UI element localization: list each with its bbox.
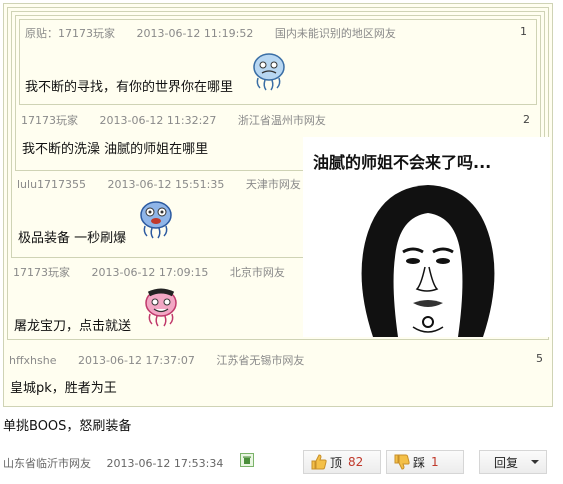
post-content: 皇城pk，胜者为王: [10, 381, 117, 396]
upvote-button[interactable]: 顶 82: [303, 450, 381, 474]
post-location: 浙江省温州市网友: [237, 114, 326, 127]
downvote-count: 1: [431, 455, 439, 469]
floor-number: 5: [536, 352, 543, 365]
downvote-button[interactable]: 踩 1: [386, 450, 464, 474]
post-location: 国内未能识别的地区网友: [274, 27, 396, 40]
post-meta: hffxhshe 2013-06-12 17:37:07 江苏省无锡市网友: [9, 352, 322, 368]
jellyfish-emoji-icon: [145, 288, 177, 327]
post-time: 2013-06-12 11:32:27: [99, 114, 217, 127]
meme-image: 油腻的师姐不会来了吗...: [303, 137, 550, 337]
post-meta: 17173玩家 2013-06-12 17:09:15 北京市网友: [13, 264, 303, 280]
post-meta: 原贴：17173玩家 2013-06-12 11:19:52 国内未能识别的地区…: [25, 25, 414, 41]
trash-icon[interactable]: [240, 453, 254, 467]
post-time: 2013-06-12 15:51:35: [107, 178, 225, 191]
chevron-down-icon: [531, 460, 540, 464]
downvote-label: 踩: [413, 455, 426, 470]
reply-button[interactable]: 回复: [479, 450, 547, 474]
upvote-count: 82: [348, 455, 364, 469]
post-location: 天津市网友: [245, 178, 301, 191]
meme-caption: 油腻的师姐不会来了吗...: [313, 153, 492, 172]
post-time: 2013-06-12 11:19:52: [136, 27, 254, 40]
thumb-down-icon: [394, 454, 410, 470]
post-time: 2013-06-12 17:37:07: [78, 354, 195, 367]
upvote-label: 顶: [330, 455, 343, 470]
jellyfish-emoji-icon: [253, 53, 285, 91]
post-meta: 17173玩家 2013-06-12 11:32:27 浙江省温州市网友: [21, 112, 344, 128]
reply-button-label: 回复: [494, 455, 519, 470]
post-location: 江苏省无锡市网友: [216, 354, 305, 367]
post-author: 17173玩家: [13, 266, 70, 279]
post-meta: lulu1717355 2013-06-12 15:51:35 天津市网友: [17, 176, 319, 192]
post-content: 极品装备 一秒刷爆: [18, 231, 127, 246]
meme-face-drawing: [361, 185, 495, 337]
reply-content: 单挑BOOS，怒刷装备: [3, 419, 132, 434]
thumb-up-icon: [311, 454, 327, 470]
reply-location: 山东省临沂市网友: [3, 457, 91, 470]
floor-number: 1: [520, 25, 527, 38]
post-content: 我不断的寻找，有你的世界你在哪里: [25, 80, 234, 95]
post-content: 屠龙宝刀，点击就送: [14, 319, 132, 334]
post-location: 北京市网友: [229, 266, 285, 279]
post-author: hffxhshe: [9, 354, 57, 367]
post-author: 17173玩家: [21, 114, 78, 127]
floor-number: 2: [523, 113, 530, 126]
post-author: 原贴：17173玩家: [25, 27, 115, 40]
jellyfish-emoji-icon: [140, 201, 172, 239]
post-time: 2013-06-12 17:09:15: [91, 266, 209, 279]
post-content: 我不断的洗澡 油腻的师姐在哪里: [22, 142, 209, 157]
post-author: lulu1717355: [17, 178, 87, 191]
reply-meta: 山东省临沂市网友 2013-06-12 17:53:34: [3, 455, 229, 471]
reply-time: 2013-06-12 17:53:34: [106, 457, 224, 470]
